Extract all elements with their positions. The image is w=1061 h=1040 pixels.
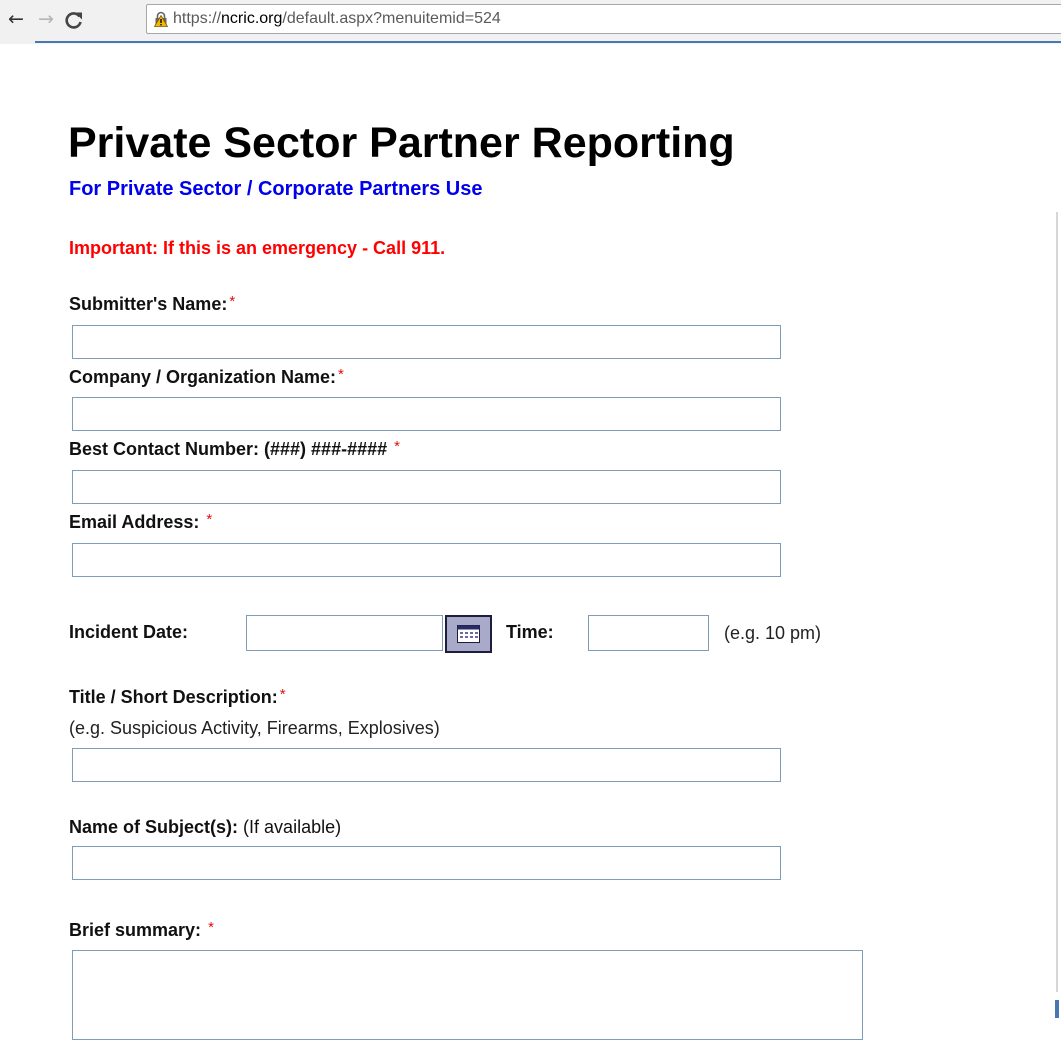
short-description-input[interactable] [72, 748, 781, 782]
incident-time-label: Time: [506, 622, 554, 642]
contact-number-label-text: Best Contact Number: (###) ###-#### [69, 439, 388, 459]
calendar-icon [457, 625, 480, 643]
submitter-name-label: Submitter's Name: * [69, 293, 235, 315]
email-address-label-text: Email Address: [69, 512, 200, 532]
required-asterisk: * [206, 511, 213, 528]
subject-name-label-text: Name of Subject(s): [69, 817, 239, 837]
page-title: Private Sector Partner Reporting [68, 119, 735, 167]
forward-arrow-icon[interactable]: → [35, 7, 57, 31]
address-bar[interactable]: https://ncric.org/default.aspx?menuitemi… [146, 4, 1061, 34]
short-description-label: Title / Short Description: * [69, 686, 286, 708]
time-example-hint: (e.g. 10 pm) [724, 623, 822, 643]
required-asterisk: * [338, 366, 344, 383]
company-name-label: Company / Organization Name: * [69, 366, 344, 388]
incident-date-input[interactable] [246, 615, 443, 651]
url-host: ncric.org [221, 10, 283, 27]
security-warning-icon[interactable] [153, 11, 169, 27]
required-asterisk: * [208, 919, 214, 936]
contact-number-label: Best Contact Number: (###) ###-#### * [69, 438, 400, 460]
incident-date-label: Incident Date: [69, 622, 189, 642]
company-name-label-text: Company / Organization Name: [69, 367, 337, 387]
submitter-name-label-text: Submitter's Name: [69, 294, 228, 314]
subject-name-input[interactable] [72, 846, 781, 880]
emergency-notice: Important: If this is an emergency - Cal… [69, 238, 446, 258]
short-description-hint: (e.g. Suspicious Activity, Firearms, Exp… [69, 718, 440, 738]
contact-number-input[interactable] [72, 470, 781, 504]
email-address-label: Email Address: * [69, 511, 212, 533]
browser-toolbar: ← → https://ncric.org/default.aspx?menui… [0, 0, 1061, 44]
scroll-marker [1055, 1000, 1059, 1018]
toolbar-divider [35, 41, 1061, 43]
url-path: /default.aspx?menuitemid=524 [282, 10, 501, 27]
short-description-label-text: Title / Short Description: [69, 687, 278, 707]
url-text: https://ncric.org/default.aspx?menuitemi… [173, 10, 501, 28]
brief-summary-label-text: Brief summary: [69, 920, 202, 940]
company-name-input[interactable] [72, 397, 781, 431]
url-scheme: https:// [173, 10, 222, 27]
subject-name-label: Name of Subject(s): (If available) [69, 817, 341, 838]
page-subtitle: For Private Sector / Corporate Partners … [69, 178, 483, 200]
required-asterisk: * [394, 438, 400, 455]
required-asterisk: * [279, 686, 286, 703]
incident-time-input[interactable] [588, 615, 709, 651]
required-asterisk: * [229, 293, 236, 310]
submitter-name-input[interactable] [72, 325, 781, 359]
email-address-input[interactable] [72, 543, 781, 577]
subject-name-hint: (If available) [243, 817, 342, 837]
brief-summary-textarea[interactable] [72, 950, 863, 1040]
calendar-button[interactable] [445, 615, 492, 653]
reload-icon[interactable] [64, 7, 88, 31]
back-arrow-icon[interactable]: ← [5, 7, 27, 31]
brief-summary-label: Brief summary: * [69, 919, 214, 941]
page-edge-divider [1056, 212, 1058, 992]
